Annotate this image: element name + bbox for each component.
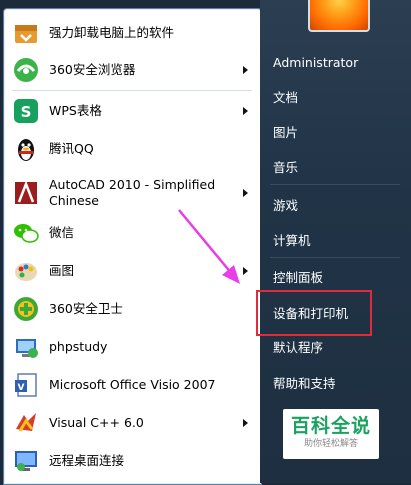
program-label: WPS表格 [49,103,102,118]
program-label: phpstudy [49,339,108,354]
user-avatar[interactable] [308,0,370,32]
right-divider [270,184,400,185]
program-item-autocad[interactable]: AutoCAD 2010 - Simplified Chinese [10,171,256,215]
qq-penguin-icon [10,133,42,165]
watermark-logo: 百科全说 助你轻松解答 [283,409,379,459]
program-label: Microsoft Office Visio 2007 [49,377,216,392]
program-item-360-safeguard[interactable]: 360安全卫士 [10,291,256,327]
visual-cpp-icon [10,407,42,439]
program-label: 360安全浏览器 [49,62,136,77]
submenu-arrow-icon [243,419,248,427]
submenu-arrow-icon [243,267,248,275]
right-item-games[interactable]: 游戏 [273,198,298,214]
program-item-visual-cpp[interactable]: Visual C++ 6.0 [10,405,256,441]
uninstall-box-icon [10,17,42,49]
right-item-default-programs[interactable]: 默认程序 [273,340,323,356]
program-label: 微信 [49,225,75,240]
submenu-arrow-icon [243,66,248,74]
programs-pane: 强力卸载电脑上的软件 360安全浏览器 S WPS表格 腾讯QQ AutoCAD… [3,8,262,485]
divider [12,90,252,91]
autocad-icon [10,177,42,209]
program-item-phpstudy[interactable]: phpstudy [10,329,256,365]
highlight-box [256,290,372,336]
program-label: 远程桌面连接 [49,453,125,468]
program-item-paint[interactable]: 画图 [10,253,256,289]
program-label: AutoCAD 2010 - Simplified Chinese [49,177,216,208]
wps-spreadsheet-icon: S [10,95,42,127]
right-item-music[interactable]: 音乐 [273,160,298,176]
submenu-arrow-icon [243,189,248,197]
right-item-control-panel[interactable]: 控制面板 [273,270,323,286]
paint-palette-icon [10,255,42,287]
program-label: 强力卸载电脑上的软件 [49,25,175,40]
watermark-title: 百科全说 [290,415,371,437]
program-label: Visual C++ 6.0 [49,415,144,430]
program-item-visio[interactable]: V Microsoft Office Visio 2007 [10,367,256,403]
program-item-wechat[interactable]: 微信 [10,215,256,251]
program-item-remote-desktop[interactable]: 远程桌面连接 [10,443,256,479]
program-item-uninstaller[interactable]: 强力卸载电脑上的软件 [10,15,256,51]
svg-text:S: S [21,103,32,121]
right-item-user[interactable]: Administrator [273,55,358,71]
svg-text:V: V [18,383,25,393]
program-label: 画图 [49,263,75,278]
right-item-computer[interactable]: 计算机 [273,233,311,249]
program-item-wps[interactable]: S WPS表格 [10,93,256,129]
program-item-qq[interactable]: 腾讯QQ [10,131,256,167]
program-label: 360安全卫士 [49,301,123,316]
phpstudy-icon [10,331,42,363]
360-safeguard-icon [10,293,42,325]
right-divider [270,257,400,258]
visio-icon: V [10,369,42,401]
program-item-360-browser[interactable]: 360安全浏览器 [10,52,256,88]
watermark-subtitle: 助你轻松解答 [303,439,358,449]
submenu-arrow-icon [243,107,248,115]
right-item-help-support[interactable]: 帮助和支持 [273,376,336,392]
right-item-pictures[interactable]: 图片 [273,125,298,141]
360-browser-icon [10,54,42,86]
remote-desktop-icon [10,445,42,477]
wechat-icon [10,217,42,249]
right-item-documents[interactable]: 文档 [273,90,298,106]
program-label: 腾讯QQ [49,141,94,156]
